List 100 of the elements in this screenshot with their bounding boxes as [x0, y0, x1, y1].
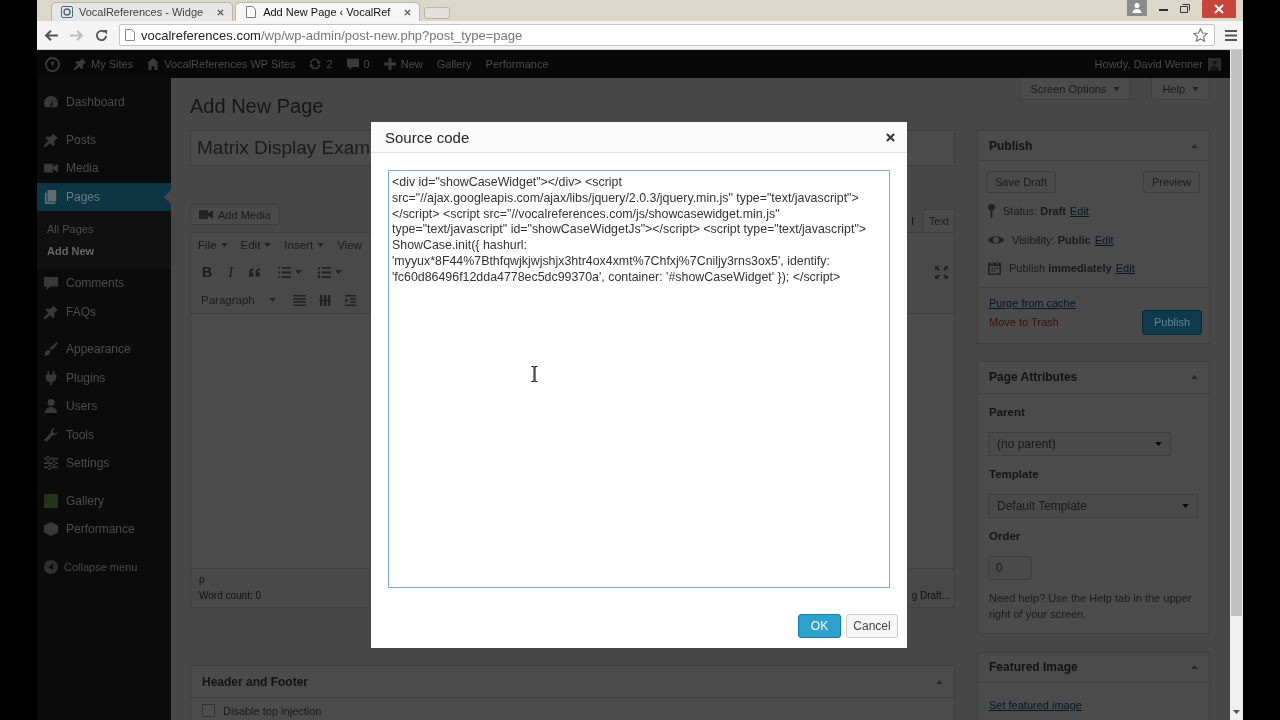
- edit-link[interactable]: Edit: [1069, 205, 1089, 218]
- person-icon[interactable]: [1127, 0, 1147, 16]
- sidebar-item[interactable]: Dashboard: [37, 88, 171, 117]
- submenu-item[interactable]: Add New: [37, 240, 171, 262]
- checkbox[interactable]: [202, 704, 215, 717]
- close-icon[interactable]: [1202, 0, 1236, 18]
- forward-icon[interactable]: [69, 28, 84, 42]
- avatar-icon[interactable]: [1208, 57, 1221, 71]
- down-arrow-icon[interactable]: [1233, 710, 1240, 714]
- indent-icon[interactable]: [345, 294, 358, 306]
- page-icon: [125, 29, 135, 41]
- sidebar-item[interactable]: Performance: [37, 515, 171, 544]
- text-cursor-icon: [531, 366, 538, 382]
- sidebar-item[interactable]: Pages: [37, 182, 171, 211]
- plus-icon: [383, 58, 396, 70]
- circle-arrow-icon: [44, 559, 58, 574]
- caret-icon: [295, 270, 303, 274]
- sidebar-item[interactable]: Appearance: [37, 335, 171, 364]
- cancel-button[interactable]: Cancel: [846, 614, 898, 638]
- logo-icon: [61, 6, 73, 18]
- sidebar-item[interactable]: Tools: [37, 420, 171, 449]
- sidebar-item[interactable]: Plugins: [37, 363, 171, 392]
- numbered-list-icon: [318, 266, 332, 278]
- admin-bar-link[interactable]: New: [376, 58, 430, 70]
- bulleted-list-icon: [278, 266, 292, 278]
- person-icon: [44, 399, 58, 414]
- menu-icon[interactable]: [1225, 29, 1237, 41]
- box-title: Publish: [989, 138, 1033, 153]
- pushpin-icon: [44, 304, 58, 319]
- collapse-menu-button[interactable]: Collapse menu: [37, 552, 171, 581]
- admin-bar-link[interactable]: Performance: [478, 58, 556, 70]
- box-title: Header and Footer: [202, 674, 309, 689]
- caret-icon: [269, 298, 276, 302]
- lines-icon[interactable]: [293, 294, 306, 306]
- expand-icon[interactable]: [935, 265, 948, 279]
- strikethrough-icon[interactable]: [319, 294, 332, 306]
- sidebar-item[interactable]: Gallery: [37, 486, 171, 515]
- edit-link[interactable]: Edit: [1094, 233, 1114, 246]
- set-featured-image-link[interactable]: Set featured image: [989, 698, 1082, 711]
- reload-icon[interactable]: [94, 28, 109, 42]
- caret-icon: [335, 270, 343, 274]
- map-pin-icon: [988, 204, 995, 219]
- ok-button[interactable]: OK: [798, 614, 841, 638]
- source-code-field[interactable]: <div id="showCaseWidget"></div> <script src="//ajax.googleapis.com/ajax/libs/jquery/2.0.3/jquery.min.js" type="text/javascript"> </script> <script src="//vocalreferences.com/js/showcasewidget.min.js" type="text/javascript" id="showCaseWidgetJs"></script> <script type="text/javascript"> ShowCase.init({ hashurl: 'myyux*8F44%7Bthfqwjkjwjshjx3htr4ox4xmt%7Chfxj%7Cniljy3rns3ox5', identify: 'fc60d86496f12dda4778ec5dc99370a', container: '#showCaseWidget' }); </script>: [388, 170, 890, 588]
- speech-bubble-icon: [44, 276, 58, 291]
- close-icon[interactable]: [404, 8, 412, 16]
- purge-cache-link[interactable]: Purge from cache: [989, 295, 1076, 310]
- documents-icon: [44, 189, 58, 204]
- address-field[interactable]: vocalreferences.com/wp/wp-admin/post-new.php?post_type=page: [119, 24, 1215, 46]
- pushpin-icon: [74, 58, 86, 70]
- publish-button[interactable]: Publish: [1142, 309, 1202, 335]
- scrollbar-thumb[interactable]: [1231, 50, 1242, 616]
- admin-bar-link[interactable]: 0: [339, 58, 377, 70]
- browser-tab[interactable]: VocalReferences - Widge: [51, 2, 234, 21]
- minimize-icon[interactable]: [1159, 9, 1168, 11]
- browser-tab[interactable]: Add New Page ‹ VocalRef: [235, 2, 421, 21]
- home-icon: [147, 58, 160, 70]
- square-icon: [44, 493, 58, 508]
- sidebar-item[interactable]: Media: [37, 154, 171, 183]
- back-icon[interactable]: [44, 28, 59, 42]
- caret-up-icon[interactable]: [936, 679, 943, 684]
- box-title: Featured Image: [989, 660, 1078, 674]
- admin-bar-link[interactable]: Gallery: [429, 58, 479, 70]
- paintbrush-icon: [44, 342, 58, 357]
- logo-icon[interactable]: [45, 56, 60, 72]
- submenu-item[interactable]: All Pages: [37, 218, 171, 240]
- refresh-icon: [309, 58, 322, 70]
- new-tab-button[interactable]: [424, 7, 451, 19]
- caret-up-icon[interactable]: [1191, 143, 1198, 148]
- caret-up-icon[interactable]: [1191, 375, 1198, 379]
- sidebar-item[interactable]: FAQs: [37, 297, 171, 326]
- edit-link[interactable]: Edit: [1115, 262, 1135, 275]
- star-icon[interactable]: [1193, 28, 1208, 42]
- calendar-icon: [988, 261, 1001, 275]
- sidebar-item[interactable]: Comments: [37, 269, 171, 298]
- sidebar-item[interactable]: Users: [37, 392, 171, 421]
- gauge-icon: [44, 95, 58, 110]
- quote-icon: [249, 266, 263, 278]
- maximize-icon[interactable]: [1180, 4, 1190, 13]
- caret-up-icon[interactable]: [1191, 665, 1198, 669]
- box-title: Page Attributes: [989, 370, 1078, 384]
- dialog-title: Source code: [385, 128, 470, 146]
- cube-icon: [44, 522, 58, 537]
- scrollbar[interactable]: [1230, 50, 1243, 720]
- admin-bar-link[interactable]: My Sites: [67, 58, 141, 70]
- close-icon[interactable]: [886, 132, 895, 142]
- camera-icon: [199, 210, 213, 219]
- sidebar-item[interactable]: Settings: [37, 449, 171, 478]
- page-icon: [245, 6, 258, 18]
- plug-icon: [44, 370, 58, 385]
- admin-bar-link[interactable]: 2: [302, 58, 340, 70]
- close-icon[interactable]: [217, 8, 225, 16]
- sliders-icon: [44, 456, 58, 471]
- admin-bar-link[interactable]: VocalReferences WP Sites: [140, 58, 303, 70]
- wrench-icon: [44, 427, 58, 442]
- caret-icon: [1192, 86, 1199, 91]
- sidebar-item[interactable]: Posts: [37, 125, 171, 154]
- caret-icon: [1113, 86, 1121, 91]
- pushpin-icon: [44, 132, 58, 147]
- account-greeting[interactable]: Howdy, David Wenner: [1094, 58, 1203, 70]
